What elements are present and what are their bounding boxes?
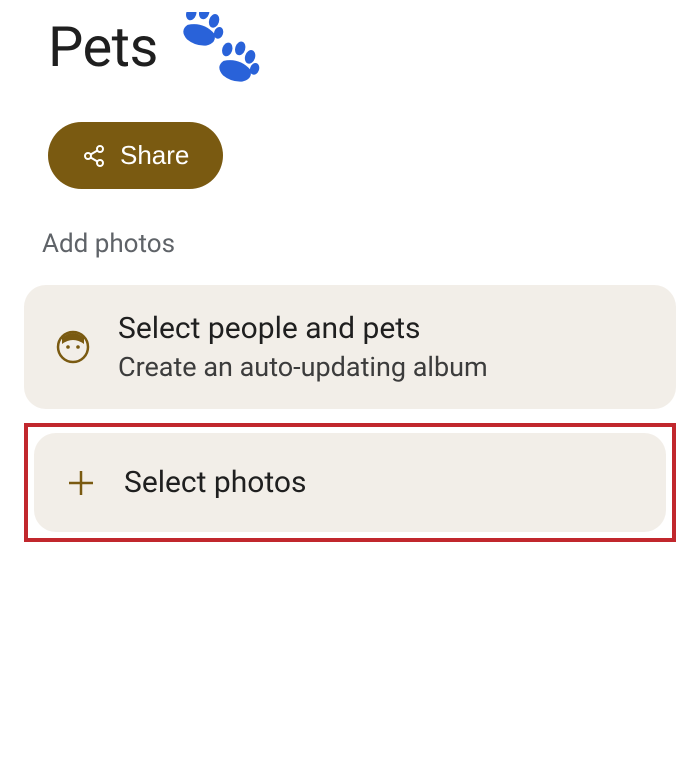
share-label: Share	[120, 140, 189, 171]
face-icon	[56, 330, 90, 364]
option-people-pets-subtitle: Create an auto-updating album	[118, 350, 488, 385]
plus-icon	[66, 468, 96, 498]
share-icon	[82, 144, 106, 168]
album-title: Pets	[48, 14, 158, 80]
add-photos-label: Add photos	[42, 229, 676, 259]
option-text-group: Select people and pets Create an auto-up…	[118, 309, 488, 385]
option-people-pets-title: Select people and pets	[118, 309, 488, 348]
select-people-pets-option[interactable]: Select people and pets Create an auto-up…	[24, 285, 676, 409]
highlight-annotation: Select photos	[24, 423, 676, 542]
select-photos-option[interactable]: Select photos	[34, 433, 666, 532]
option-select-photos-title: Select photos	[124, 463, 306, 502]
album-title-row: Pets	[48, 12, 676, 82]
option-text-group: Select photos	[124, 463, 306, 502]
share-button[interactable]: Share	[48, 122, 223, 189]
paw-prints-icon	[170, 12, 260, 82]
